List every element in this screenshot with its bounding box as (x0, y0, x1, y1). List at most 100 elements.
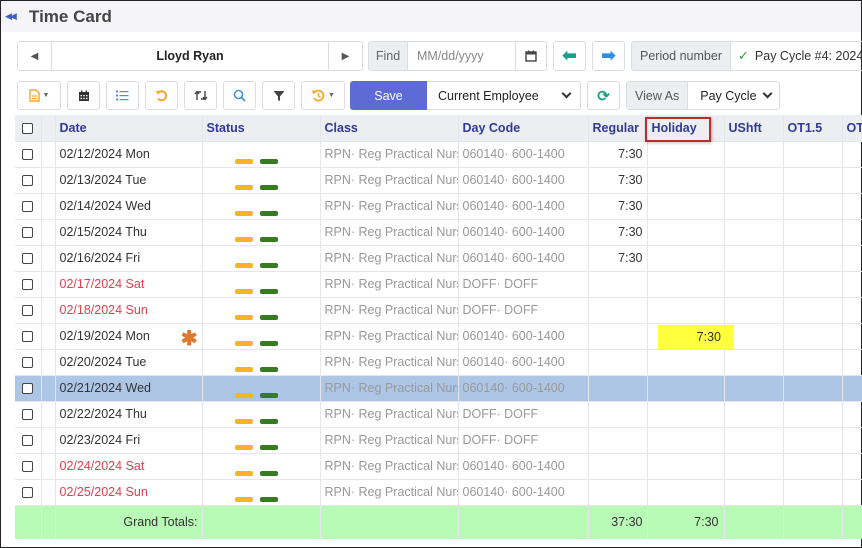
ot-cell[interactable] (842, 427, 862, 454)
ushft-cell[interactable] (724, 141, 784, 168)
column-header-day-code[interactable]: Day Code (458, 115, 589, 142)
class-cell[interactable]: RPN· Reg Practical Nurse (320, 349, 459, 376)
ot-cell[interactable] (842, 323, 862, 350)
day-code-cell[interactable]: 060140· 600-1400 (458, 167, 589, 194)
row-checkbox[interactable] (15, 193, 42, 220)
next-period-button[interactable]: ➡ (592, 41, 625, 71)
undo-button[interactable] (145, 81, 178, 110)
table-row[interactable]: 02/13/2024 Tue RPN· Reg Practical Nurse 06… (15, 167, 862, 194)
ot15-cell[interactable] (783, 167, 843, 194)
date-cell[interactable]: 02/17/2024 Sat (55, 271, 203, 298)
list-view-button[interactable] (106, 81, 139, 110)
day-code-cell[interactable]: 060140· 600-1400 (458, 349, 589, 376)
class-cell[interactable]: RPN· Reg Practical Nurse (320, 297, 459, 324)
class-cell[interactable]: RPN· Reg Practical Nurse (320, 167, 459, 194)
ot-cell[interactable] (842, 297, 862, 324)
regular-hours-cell[interactable] (588, 453, 648, 480)
history-menu-button[interactable]: ▼ (301, 81, 345, 110)
table-row[interactable]: 02/15/2024 Thu RPN· Reg Practical Nurse 06… (15, 219, 862, 246)
ushft-cell[interactable] (724, 297, 784, 324)
row-checkbox[interactable] (15, 453, 42, 480)
ushft-cell[interactable] (724, 219, 784, 246)
row-checkbox[interactable] (15, 349, 42, 376)
ot-cell[interactable] (842, 349, 862, 376)
table-row[interactable]: 02/12/2024 Mon RPN· Reg Practical Nurse 06… (15, 141, 862, 168)
ot15-cell[interactable] (783, 453, 843, 480)
day-code-cell[interactable]: DOFF· DOFF (458, 297, 589, 324)
date-cell[interactable]: 02/18/2024 Sun (55, 297, 203, 324)
employee-name[interactable]: Lloyd Ryan (51, 42, 329, 70)
regular-hours-cell[interactable]: 7:30 (588, 219, 648, 246)
table-row[interactable]: 02/16/2024 Fri RPN· Reg Practical Nurse 06… (15, 245, 862, 272)
date-cell[interactable]: 02/25/2024 Sun (55, 479, 203, 506)
holiday-hours-cell[interactable] (647, 427, 725, 454)
save-button[interactable]: Save (350, 81, 427, 110)
date-cell[interactable]: 02/22/2024 Thu (55, 401, 203, 428)
column-header-date[interactable]: Date (55, 115, 203, 142)
holiday-hours-cell[interactable] (647, 271, 725, 298)
ushft-cell[interactable] (724, 479, 784, 506)
row-checkbox[interactable] (15, 401, 42, 428)
regular-hours-cell[interactable] (588, 427, 648, 454)
ot15-cell[interactable] (783, 427, 843, 454)
class-cell[interactable]: RPN· Reg Practical Nurse (320, 401, 459, 428)
ushft-cell[interactable] (724, 375, 784, 402)
regular-hours-cell[interactable]: 7:30 (588, 141, 648, 168)
ot15-cell[interactable] (783, 219, 843, 246)
row-checkbox[interactable] (15, 271, 42, 298)
filter-button[interactable] (262, 81, 295, 110)
regular-hours-cell[interactable]: 7:30 (588, 167, 648, 194)
next-employee-button[interactable]: ▶ (329, 42, 362, 70)
previous-period-button[interactable]: ⬅ (553, 41, 586, 71)
row-checkbox[interactable] (15, 297, 42, 324)
day-code-cell[interactable]: 060140· 600-1400 (458, 323, 589, 350)
regular-hours-cell[interactable] (588, 401, 648, 428)
column-header-class[interactable]: Class (320, 115, 459, 142)
holiday-hours-cell[interactable] (647, 167, 725, 194)
regular-hours-cell[interactable] (588, 297, 648, 324)
holiday-hours-cell[interactable] (647, 141, 725, 168)
ushft-cell[interactable] (724, 401, 784, 428)
day-code-cell[interactable]: 060140· 600-1400 (458, 219, 589, 246)
period-selector[interactable]: Period number ✓ Pay Cycle #4: 2024-02 (631, 41, 862, 71)
view-as-selector[interactable]: View As Pay Cycle (626, 81, 781, 110)
ot15-cell[interactable] (783, 271, 843, 298)
ot15-cell[interactable] (783, 193, 843, 220)
row-checkbox[interactable] (15, 427, 42, 454)
employee-scope-select[interactable]: Current Employee (427, 81, 581, 110)
day-code-cell[interactable]: DOFF· DOFF (458, 427, 589, 454)
search-button[interactable] (223, 81, 256, 110)
table-row[interactable]: 02/18/2024 Sun RPN· Reg Practical Nurse DO… (15, 297, 862, 324)
ot15-cell[interactable] (783, 401, 843, 428)
date-cell[interactable]: 02/14/2024 Wed (55, 193, 203, 220)
holiday-hours-cell[interactable] (647, 453, 725, 480)
regular-hours-cell[interactable] (588, 375, 648, 402)
double-chevron-left-icon[interactable]: ◀◀ (5, 11, 23, 22)
row-checkbox[interactable] (15, 245, 42, 272)
ot15-cell[interactable] (783, 375, 843, 402)
day-code-cell[interactable]: DOFF· DOFF (458, 401, 589, 428)
class-cell[interactable]: RPN· Reg Practical Nurse (320, 193, 459, 220)
date-cell[interactable]: 02/13/2024 Tue (55, 167, 203, 194)
column-header-ushft[interactable]: UShft (724, 115, 784, 142)
date-cell[interactable]: 02/23/2024 Fri (55, 427, 203, 454)
date-cell[interactable]: 02/16/2024 Fri (55, 245, 203, 272)
select-all-checkbox[interactable] (15, 115, 42, 142)
row-checkbox[interactable] (15, 141, 42, 168)
ot-cell[interactable] (842, 167, 862, 194)
class-cell[interactable]: RPN· Reg Practical Nurse (320, 479, 459, 506)
regular-hours-cell[interactable] (588, 323, 648, 350)
column-header-regular[interactable]: Regular (588, 115, 648, 142)
class-cell[interactable]: RPN· Reg Practical Nurse (320, 245, 459, 272)
ot-cell[interactable] (842, 375, 862, 402)
swap-button[interactable] (184, 81, 217, 110)
regular-hours-cell[interactable] (588, 349, 648, 376)
date-cell[interactable]: 02/19/2024 Mon ✱ (55, 323, 203, 350)
regular-hours-cell[interactable] (588, 479, 648, 506)
table-row[interactable]: 02/20/2024 Tue RPN· Reg Practical Nurse 06… (15, 349, 862, 376)
ushft-cell[interactable] (724, 349, 784, 376)
ot15-cell[interactable] (783, 297, 843, 324)
holiday-hours-cell[interactable] (647, 297, 725, 324)
row-checkbox[interactable] (15, 479, 42, 506)
class-cell[interactable]: RPN· Reg Practical Nurse (320, 427, 459, 454)
